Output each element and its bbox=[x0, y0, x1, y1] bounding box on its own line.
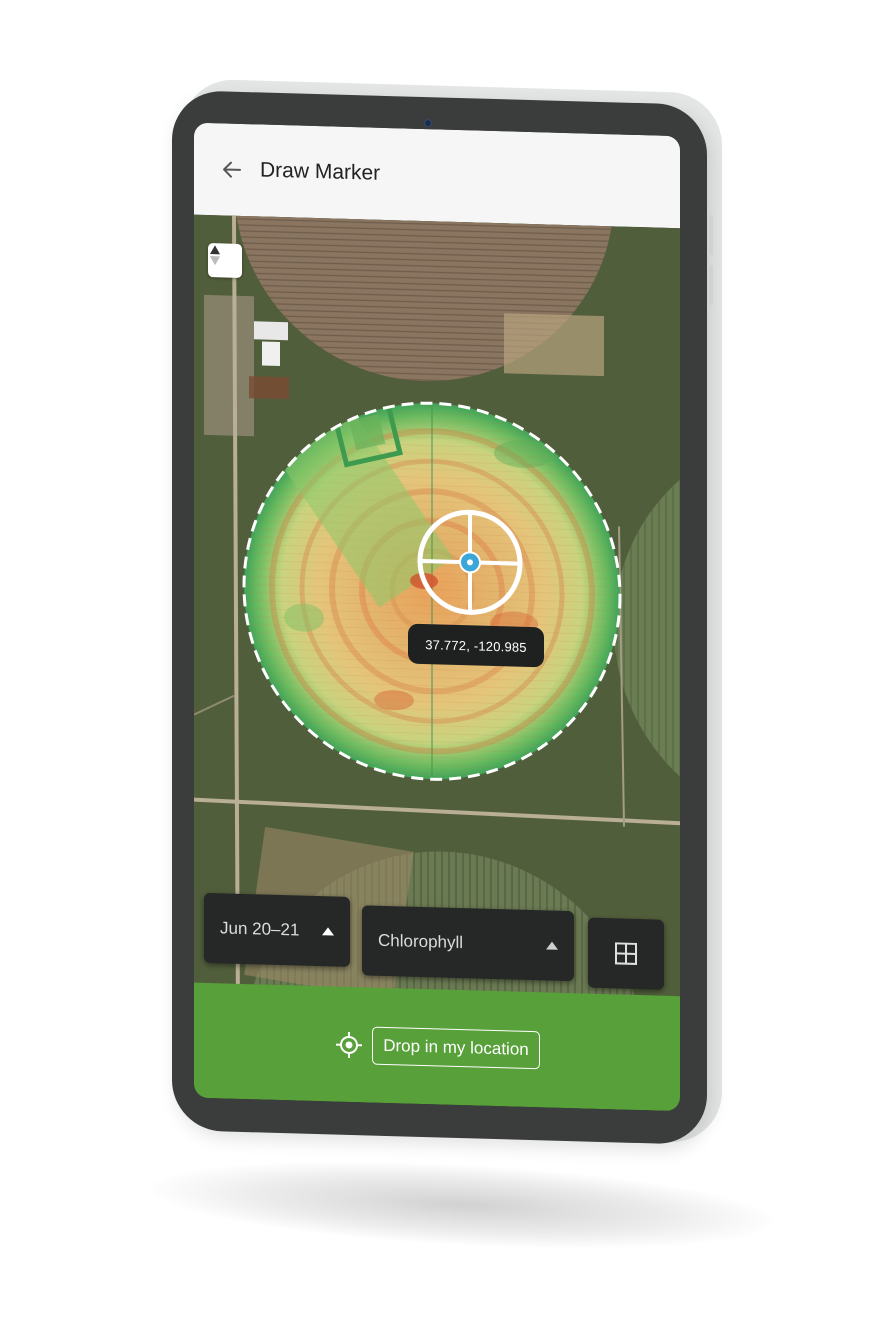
layer-label: Chlorophyll bbox=[378, 930, 464, 953]
my-location-icon bbox=[336, 1031, 363, 1058]
app-bar: Draw Marker bbox=[194, 122, 680, 229]
grid-icon bbox=[615, 942, 637, 965]
coordinates-label: 37.772, -120.985 bbox=[408, 623, 544, 668]
device-shadow bbox=[148, 1148, 777, 1262]
date-range-label: Jun 20–21 bbox=[220, 918, 300, 940]
arrow-left-icon bbox=[223, 161, 241, 178]
drop-in-my-location-button[interactable]: Drop in my location bbox=[372, 1026, 540, 1069]
compass-icon bbox=[210, 245, 220, 266]
layer-dropdown[interactable]: Chlorophyll bbox=[362, 905, 574, 982]
app-screen: Draw Marker 37.772, -120.985 Jun 20–21 C… bbox=[194, 122, 680, 1112]
my-location-button[interactable] bbox=[334, 1029, 364, 1060]
compass-button[interactable] bbox=[208, 243, 242, 278]
volume-button bbox=[709, 264, 713, 306]
caret-up-icon bbox=[546, 941, 558, 950]
volume-button bbox=[709, 214, 713, 256]
camera-icon bbox=[424, 119, 432, 128]
bottom-action-bar: Drop in my location bbox=[194, 982, 680, 1112]
date-range-dropdown[interactable]: Jun 20–21 bbox=[204, 892, 350, 967]
tablet-device: Draw Marker 37.772, -120.985 Jun 20–21 C… bbox=[172, 90, 713, 1145]
page-title: Draw Marker bbox=[260, 158, 381, 185]
back-button[interactable] bbox=[214, 151, 250, 188]
map-controls: Jun 20–21 Chlorophyll bbox=[204, 892, 670, 990]
grid-toggle-button[interactable] bbox=[588, 917, 664, 990]
caret-up-icon bbox=[322, 927, 334, 936]
